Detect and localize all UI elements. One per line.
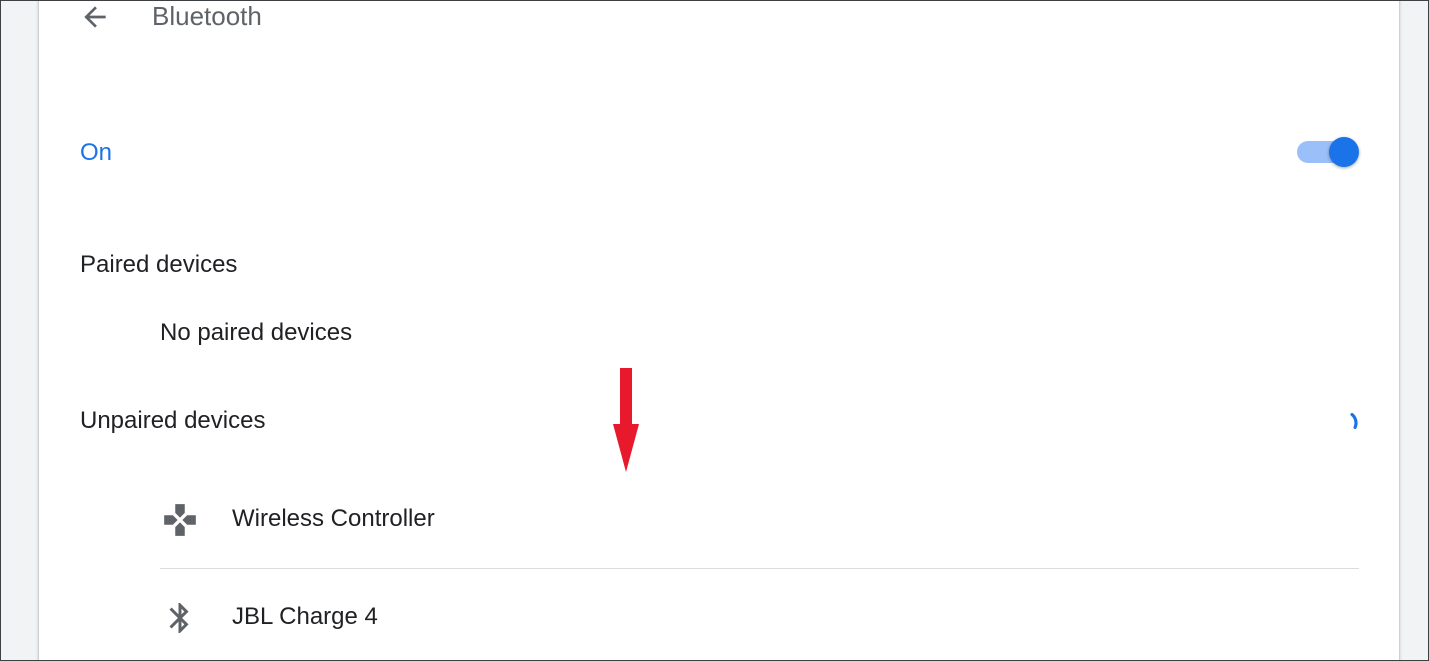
red-arrow-down-icon [613,368,639,472]
back-button[interactable] [77,1,113,35]
device-item-wireless-controller[interactable]: Wireless Controller [160,471,1359,568]
unpaired-devices-heading: Unpaired devices [80,407,266,434]
bluetooth-toggle[interactable] [1297,137,1359,167]
no-paired-devices-text: No paired devices [160,319,353,346]
screenshot-frame: Bluetooth On Paired devices No paired de… [0,0,1429,661]
unpaired-devices-row: Unpaired devices [80,407,1359,439]
paired-devices-heading: Paired devices [80,251,238,278]
arrow-back-icon [84,6,106,28]
page-title: Bluetooth [152,1,262,31]
device-name: JBL Charge 4 [232,603,378,630]
device-name: Wireless Controller [232,505,435,532]
loading-spinner-icon [1336,412,1358,436]
bluetooth-icon [169,603,189,633]
page-header: Bluetooth [39,1,1399,37]
bluetooth-state-label: On [80,139,113,166]
unpaired-device-list: Wireless Controller JBL Charge 4 [160,471,1359,660]
toggle-knob [1329,137,1359,167]
device-item-jbl-charge-4[interactable]: JBL Charge 4 [160,568,1359,660]
bluetooth-toggle-row[interactable]: On [80,133,1359,173]
gamepad-icon [164,504,196,536]
bluetooth-settings-card: Bluetooth On Paired devices No paired de… [39,1,1399,660]
